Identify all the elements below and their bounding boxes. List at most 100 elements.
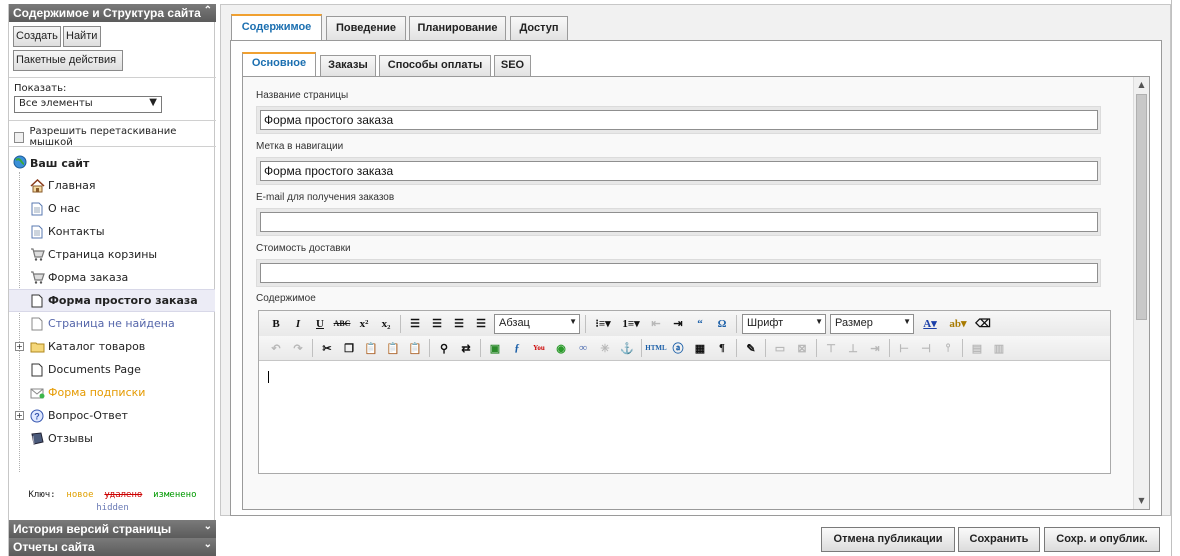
underline-icon[interactable]: U	[309, 314, 331, 334]
tab-access[interactable]: Доступ	[510, 16, 568, 40]
tab-schedule[interactable]: Планирование	[409, 16, 506, 40]
outdent-icon[interactable]: ⇤	[645, 314, 667, 334]
save-publish-button[interactable]: Сохр. и опублик.	[1044, 527, 1160, 552]
align-left-icon[interactable]: ☰	[404, 314, 426, 334]
format-select[interactable]: Абзац ▼	[494, 313, 580, 334]
page-name-input[interactable]	[260, 110, 1098, 130]
bold-icon[interactable]: B	[265, 314, 287, 334]
delivery-cost-input[interactable]	[260, 263, 1098, 283]
email-input[interactable]	[260, 212, 1098, 232]
italic-icon[interactable]: I	[287, 314, 309, 334]
size-select[interactable]: Размер ▼	[830, 313, 914, 334]
paste-word-icon[interactable]: 📋	[404, 338, 426, 358]
tab-payment-methods[interactable]: Способы оплаты	[379, 55, 491, 76]
template-icon[interactable]: ⓐ	[667, 338, 689, 358]
link-icon[interactable]: ∞	[572, 338, 594, 358]
text-color-icon[interactable]: A▾	[916, 314, 944, 334]
tab-content[interactable]: Содержимое	[231, 14, 322, 41]
nav-label-input[interactable]	[260, 161, 1098, 181]
tree-item-selected[interactable]: Форма простого заказа	[9, 289, 215, 312]
media-icon[interactable]: ◉	[550, 338, 572, 358]
show-filter-select[interactable]: Все элементы ▼	[14, 96, 162, 113]
tree-item-new[interactable]: Форма подписки	[9, 381, 215, 404]
tab-main[interactable]: Основное	[242, 52, 316, 77]
drag-checkbox[interactable]	[14, 131, 25, 143]
insert-col-before-icon[interactable]: ⊢	[893, 338, 915, 358]
collapse-icon[interactable]: ⌃	[204, 5, 212, 16]
subscript-icon[interactable]: x₂	[375, 314, 397, 334]
scroll-down-icon[interactable]: ▼	[1134, 493, 1149, 509]
expand-chevron-icon[interactable]: ⌄	[204, 521, 212, 532]
expand-icon[interactable]: +	[15, 411, 24, 420]
delete-row-icon[interactable]: ⇥	[864, 338, 886, 358]
tab-seo[interactable]: SEO	[494, 55, 531, 76]
editor-content-area[interactable]	[259, 362, 1110, 473]
align-justify-icon[interactable]: ☰	[470, 314, 492, 334]
tree-item[interactable]: Главная	[9, 174, 215, 197]
tab-orders[interactable]: Заказы	[320, 55, 376, 76]
form-scrollbar[interactable]: ▲ ▼	[1133, 77, 1149, 509]
expand-chevron-icon[interactable]: ⌄	[204, 539, 212, 550]
tree-item[interactable]: + Каталог товаров	[9, 335, 215, 358]
anchor-icon[interactable]: ⚓	[616, 338, 638, 358]
strikethrough-icon[interactable]: ABC	[331, 314, 353, 334]
undo-icon[interactable]: ↶	[265, 338, 287, 358]
replace-icon[interactable]: ⇄	[455, 338, 477, 358]
create-button[interactable]: Создать	[13, 26, 61, 47]
table-icon[interactable]: ▦	[689, 338, 711, 358]
find-button[interactable]: Найти	[63, 26, 101, 47]
tree-item[interactable]: Documents Page	[9, 358, 215, 381]
bullet-list-icon[interactable]: ⁝≡▾	[589, 314, 617, 334]
insert-row-after-icon[interactable]: ⊥	[842, 338, 864, 358]
expand-icon[interactable]: +	[15, 342, 24, 351]
cut-icon[interactable]: ✂	[316, 338, 338, 358]
tree-item[interactable]: Контакты	[9, 220, 215, 243]
tree-item[interactable]: + ? Вопрос-Ответ	[9, 404, 215, 427]
tree-root[interactable]: Ваш сайт	[13, 154, 89, 172]
delete-col-icon[interactable]: ⫯	[937, 338, 959, 358]
tree-item-hidden[interactable]: Страница не найдена	[9, 312, 215, 335]
drag-toggle[interactable]: Разрешить перетаскивание мышкой	[9, 120, 216, 153]
edit-icon[interactable]: ✎	[740, 338, 762, 358]
redo-icon[interactable]: ↷	[287, 338, 309, 358]
tab-behavior[interactable]: Поведение	[326, 16, 406, 40]
copy-icon[interactable]: ❐	[338, 338, 360, 358]
font-select[interactable]: Шрифт ▼	[742, 313, 826, 334]
split-cells-icon[interactable]: ▤	[966, 338, 988, 358]
table-cell-icon[interactable]: ⊠	[791, 338, 813, 358]
blockquote-icon[interactable]: “	[689, 314, 711, 334]
html-source-icon[interactable]: HTML	[645, 338, 667, 358]
tree-item[interactable]: Страница корзины	[9, 243, 215, 266]
image-icon[interactable]: ▣	[484, 338, 506, 358]
insert-col-after-icon[interactable]: ⊣	[915, 338, 937, 358]
superscript-icon[interactable]: x²	[353, 314, 375, 334]
tree-item[interactable]: Отзывы	[9, 427, 215, 450]
paragraph-icon[interactable]: ¶	[711, 338, 733, 358]
scroll-up-icon[interactable]: ▲	[1134, 77, 1149, 93]
unlink-icon[interactable]: ✳	[594, 338, 616, 358]
tree-item[interactable]: Форма заказа	[9, 266, 215, 289]
tree-item[interactable]: О нас	[9, 197, 215, 220]
insert-row-before-icon[interactable]: ⊤	[820, 338, 842, 358]
unpublish-button[interactable]: Отмена публикации	[821, 527, 955, 552]
table-row-icon[interactable]: ▭	[769, 338, 791, 358]
find-icon[interactable]: ⚲	[433, 338, 455, 358]
eraser-icon[interactable]: ⌫	[972, 314, 994, 334]
site-content-panel-header[interactable]: Содержимое и Структура сайта ⌃	[9, 4, 216, 22]
indent-icon[interactable]: ⇥	[667, 314, 689, 334]
scrollbar-thumb[interactable]	[1136, 94, 1147, 320]
align-right-icon[interactable]: ☰	[448, 314, 470, 334]
paste-text-icon[interactable]: 📋	[382, 338, 404, 358]
merge-cells-icon[interactable]: ▥	[988, 338, 1010, 358]
batch-actions-button[interactable]: Пакетные действия	[13, 50, 123, 71]
special-char-icon[interactable]: Ω	[711, 314, 733, 334]
align-center-icon[interactable]: ☰	[426, 314, 448, 334]
youtube-icon[interactable]: You	[528, 338, 550, 358]
reports-panel-header[interactable]: Отчеты сайта ⌄	[9, 538, 216, 556]
history-panel-header[interactable]: История версий страницы ⌄	[9, 520, 216, 538]
highlight-color-icon[interactable]: ab▾	[944, 314, 972, 334]
paste-icon[interactable]: 📋	[360, 338, 382, 358]
flash-icon[interactable]: ƒ	[506, 338, 528, 358]
numbered-list-icon[interactable]: 1≡▾	[617, 314, 645, 334]
save-button[interactable]: Сохранить	[958, 527, 1040, 552]
